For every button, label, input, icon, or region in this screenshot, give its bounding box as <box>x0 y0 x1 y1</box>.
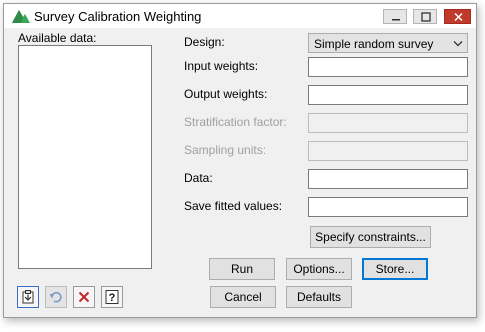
save-fitted-values-label: Save fitted values: <box>184 199 283 213</box>
undo-icon <box>49 291 62 303</box>
available-data-list[interactable] <box>18 45 152 269</box>
clipboard-icon <box>22 290 34 304</box>
design-label: Design: <box>184 35 225 49</box>
minimize-button[interactable] <box>383 9 407 24</box>
dialog-window: Survey Calibration Weighting Available d… <box>3 3 477 318</box>
design-select-value: Simple random survey <box>314 37 434 51</box>
close-button[interactable] <box>444 9 471 24</box>
undo-button[interactable] <box>45 286 67 308</box>
available-data-label: Available data: <box>18 31 97 45</box>
store-button[interactable]: Store... <box>362 258 428 280</box>
window-title: Survey Calibration Weighting <box>34 9 202 24</box>
run-button[interactable]: Run <box>209 258 275 280</box>
data-field[interactable] <box>308 169 468 189</box>
chevron-down-icon <box>453 41 463 47</box>
data-label: Data: <box>184 171 213 185</box>
clear-icon <box>78 291 90 303</box>
output-weights-label: Output weights: <box>184 87 268 101</box>
input-weights-field[interactable] <box>308 57 468 77</box>
minimize-icon <box>392 19 400 21</box>
cancel-button[interactable]: Cancel <box>210 286 276 308</box>
defaults-button[interactable]: Defaults <box>286 286 352 308</box>
help-glyph: ? <box>109 292 116 304</box>
sampling-units-label: Sampling units: <box>184 143 267 157</box>
clipboard-button[interactable] <box>17 286 39 308</box>
input-weights-label: Input weights: <box>184 59 259 73</box>
green-triangle-icon <box>11 7 31 25</box>
close-icon <box>454 12 463 22</box>
maximize-icon <box>421 12 431 22</box>
title-bar[interactable]: Survey Calibration Weighting <box>4 4 476 28</box>
stratification-factor-field <box>308 113 468 133</box>
sampling-units-field <box>308 141 468 161</box>
save-fitted-values-field[interactable] <box>308 197 468 217</box>
design-select[interactable]: Simple random survey <box>308 33 468 53</box>
help-icon: ? <box>105 290 119 304</box>
maximize-button[interactable] <box>413 9 437 24</box>
specify-constraints-button[interactable]: Specify constraints... <box>310 226 431 248</box>
stratification-factor-label: Stratification factor: <box>184 115 287 129</box>
help-button[interactable]: ? <box>101 286 123 308</box>
output-weights-field[interactable] <box>308 85 468 105</box>
options-button[interactable]: Options... <box>286 258 352 280</box>
clear-button[interactable] <box>73 286 95 308</box>
